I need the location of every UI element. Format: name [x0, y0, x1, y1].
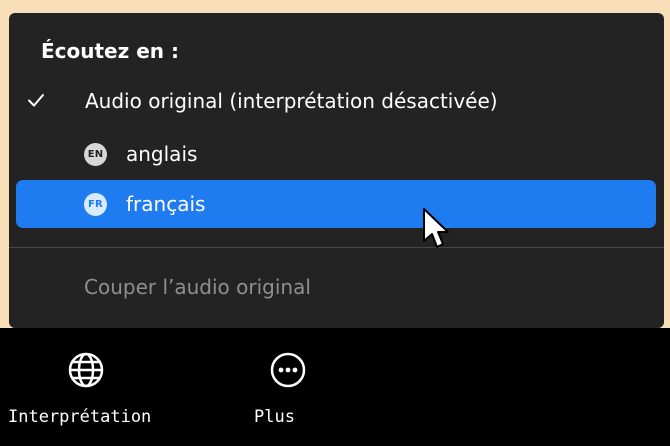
mute-original-audio-item[interactable]: Couper l’audio original [84, 275, 311, 299]
globe-icon [66, 350, 106, 390]
check-icon [26, 90, 46, 110]
menu-item-label: français [126, 192, 206, 216]
meeting-toolbar: Interprétation Plus [0, 328, 670, 446]
language-badge-french: FR [84, 193, 107, 216]
menu-item-label: anglais [126, 142, 198, 166]
menu-item-french[interactable]: FR français [16, 180, 656, 228]
interpretation-label: Interprétation [8, 407, 152, 427]
language-badge-english: EN [84, 143, 107, 166]
more-label: Plus [254, 407, 295, 427]
menu-item-label: Audio original (interprétation désactivé… [85, 89, 498, 113]
listen-in-heading: Écoutez en : [41, 39, 179, 63]
interpretation-menu: Écoutez en : Audio original (interprétat… [9, 13, 664, 328]
menu-item-original-audio[interactable]: Audio original (interprétation désactivé… [16, 77, 656, 125]
more-icon [268, 350, 308, 390]
menu-divider [9, 247, 664, 248]
menu-item-english[interactable]: EN anglais [16, 130, 656, 178]
more-button[interactable]: Plus [230, 328, 340, 446]
interpretation-button[interactable]: Interprétation [0, 328, 176, 446]
